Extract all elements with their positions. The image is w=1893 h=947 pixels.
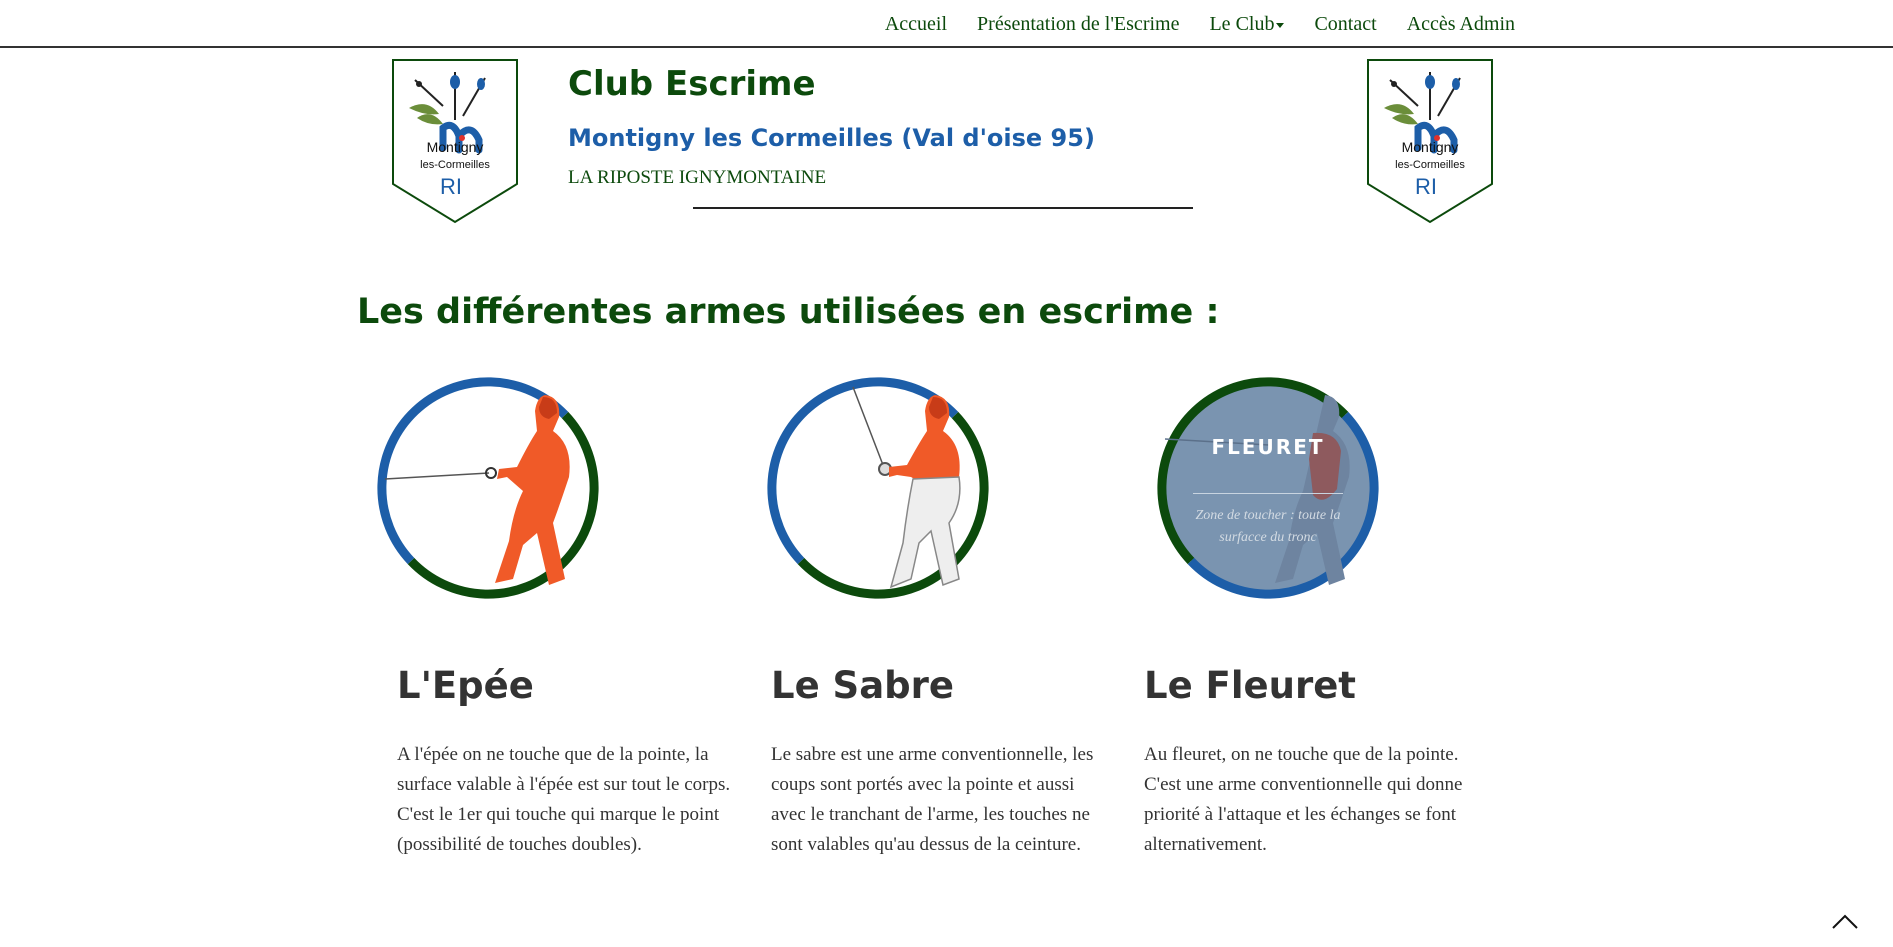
sabre-illustration[interactable] — [763, 373, 993, 603]
fleuret-overlay-divider — [1193, 493, 1343, 494]
epee-illustration[interactable] — [373, 373, 603, 603]
site-title: Club Escrime — [568, 64, 816, 104]
site-tagline: LA RIPOSTE IGNYMONTAINE — [568, 167, 827, 188]
epee-title: L'Epée — [397, 664, 534, 707]
logo-left-line2: les-Cormeilles — [420, 159, 490, 171]
logo-left-initials: RI — [440, 174, 462, 199]
logo-right-line2: les-Cormeilles — [1395, 159, 1465, 171]
logo-right-line1: Montigny — [1402, 139, 1459, 155]
logo-right-initials: RI — [1415, 174, 1437, 199]
fleuret-overlay: FLEURET Zone de toucher : toute la surfa… — [1153, 373, 1383, 603]
club-logo-left: Montigny les-Cormeilles RI — [392, 59, 518, 224]
nav-item-presentation[interactable]: Présentation de l'Escrime — [977, 13, 1179, 36]
sabre-description: Le sabre est une arme conventionnelle, l… — [771, 744, 1094, 855]
fleuret-description: Au fleuret, on ne touche que de la point… — [1144, 744, 1463, 855]
nav-item-le-club[interactable]: Le Club — [1209, 13, 1285, 36]
header-divider — [693, 207, 1193, 209]
fleuret-title: Le Fleuret — [1144, 664, 1356, 707]
nav-item-accueil[interactable]: Accueil — [885, 13, 947, 36]
logo-left-line1: Montigny — [427, 139, 484, 155]
sabre-title: Le Sabre — [771, 664, 954, 707]
site-subtitle: Montigny les Cormeilles (Val d'oise 95) — [568, 124, 1095, 152]
nav-menu: Accueil Présentation de l'Escrime Le Clu… — [885, 13, 1515, 36]
chevron-up-icon[interactable] — [1830, 910, 1860, 934]
club-logo-right: Montigny les-Cormeilles RI — [1367, 59, 1493, 224]
section-heading: Les différentes armes utilisées en escri… — [357, 292, 1220, 332]
epee-description: A l'épée on ne touche que de la pointe, … — [397, 744, 731, 855]
fleuret-overlay-title: FLEURET — [1211, 435, 1325, 459]
nav-item-le-club-label: Le Club — [1209, 13, 1275, 35]
nav-item-acces-admin[interactable]: Accès Admin — [1407, 13, 1515, 36]
top-navbar: Accueil Présentation de l'Escrime Le Clu… — [0, 0, 1893, 48]
fleuret-overlay-text: Zone de toucher : toute la surfacce du t… — [1195, 508, 1341, 545]
nav-item-contact[interactable]: Contact — [1314, 13, 1376, 36]
caret-down-icon — [1276, 22, 1285, 28]
